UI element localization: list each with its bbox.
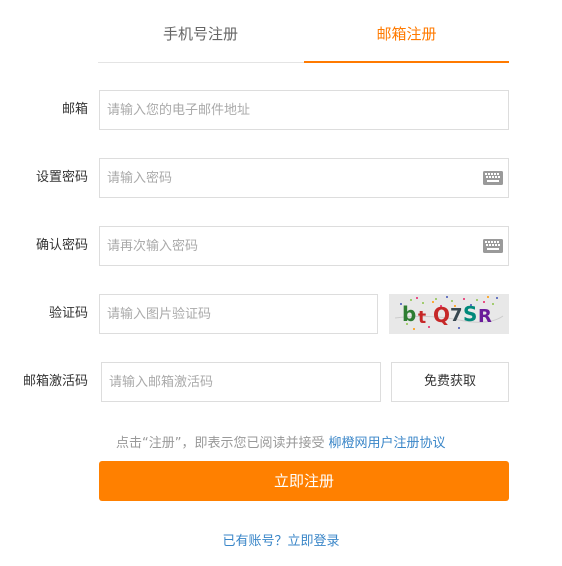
confirm-password-input[interactable] <box>100 227 508 265</box>
get-activation-code-button[interactable]: 免费获取 <box>391 362 509 402</box>
register-tabs: 手机号注册 邮箱注册 <box>98 14 509 63</box>
tab-phone-register[interactable]: 手机号注册 <box>98 14 303 62</box>
activation-field-box <box>101 362 381 402</box>
captcha-char: Q <box>433 303 450 327</box>
captcha-char: S <box>463 302 477 326</box>
confirm-password-row: 确认密码 <box>0 226 562 266</box>
confirm-password-label: 确认密码 <box>35 238 88 253</box>
email-field-box <box>99 90 509 130</box>
captcha-char: t <box>418 308 426 328</box>
captcha-char: 7 <box>450 305 463 326</box>
email-input[interactable] <box>100 91 508 129</box>
captcha-input[interactable] <box>100 295 377 333</box>
captcha-char: b <box>402 302 416 326</box>
activation-label: 邮箱激活码 <box>22 374 88 389</box>
login-link[interactable]: 已有账号？立即登录 <box>0 530 562 549</box>
keyboard-icon[interactable] <box>483 239 503 253</box>
activation-row: 邮箱激活码 免费获取 <box>0 362 562 402</box>
captcha-label: 验证码 <box>48 306 88 321</box>
register-submit-button[interactable]: 立即注册 <box>99 461 509 501</box>
captcha-field-box <box>99 294 378 334</box>
captcha-char: R <box>478 306 492 327</box>
captcha-image[interactable]: b t Q 7 S R <box>389 294 509 334</box>
email-label: 邮箱 <box>61 102 88 117</box>
activation-code-input[interactable] <box>102 363 380 401</box>
tab-email-register[interactable]: 邮箱注册 <box>304 14 509 63</box>
confirm-password-field-box <box>99 226 509 266</box>
password-label: 设置密码 <box>35 170 88 185</box>
agreement-text: 点击“注册”，即表示您已阅读并接受 柳橙网用户注册协议 <box>116 432 446 451</box>
captcha-row: 验证码 b t Q 7 S R <box>0 294 562 334</box>
email-row: 邮箱 <box>0 90 562 130</box>
password-field-box <box>99 158 509 198</box>
password-row: 设置密码 <box>0 158 562 198</box>
agreement-link[interactable]: 柳橙网用户注册协议 <box>328 436 445 451</box>
agreement-prefix: 点击“注册”，即表示您已阅读并接受 <box>116 436 325 451</box>
keyboard-icon[interactable] <box>483 171 503 185</box>
password-input[interactable] <box>100 159 508 197</box>
